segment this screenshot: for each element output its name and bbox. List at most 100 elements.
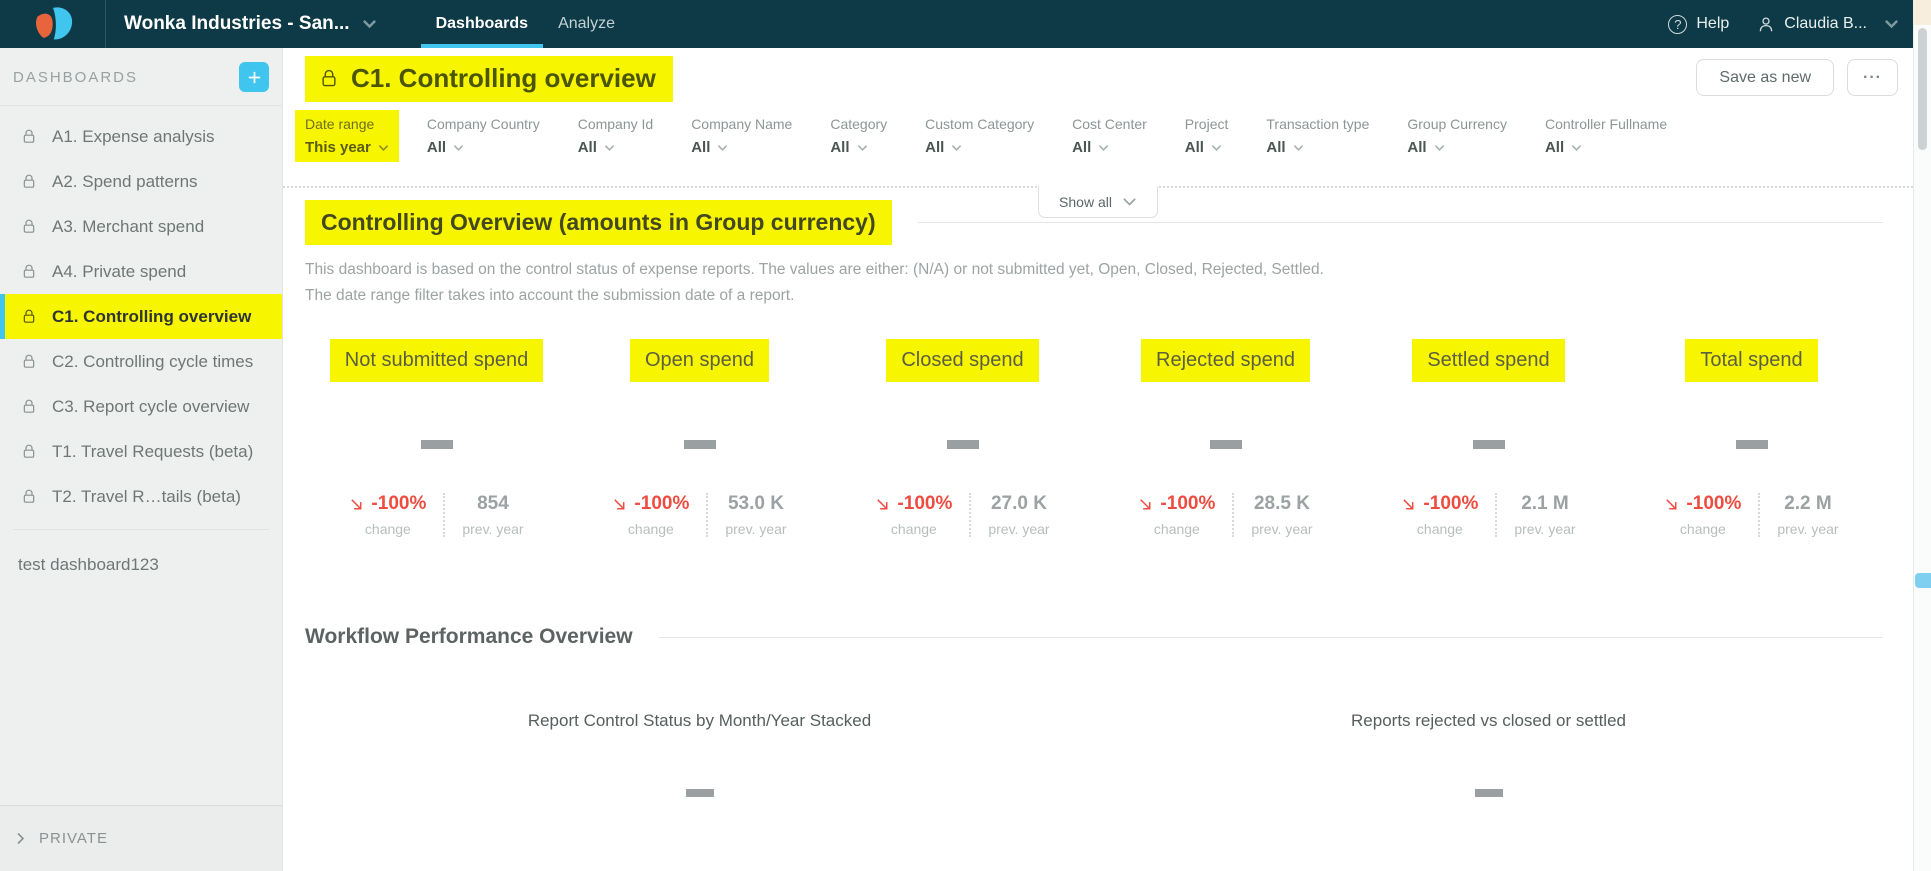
kpi-prev-value: 2.2 M (1777, 493, 1838, 515)
filter-company-name[interactable]: Company Name All (691, 116, 792, 156)
floating-widget-edge[interactable] (1915, 573, 1931, 588)
filter-date-range[interactable]: Date range This year (295, 110, 399, 162)
chevron-down-icon (1122, 197, 1137, 207)
dashboard-header: C1. Controlling overview Save as new ··· (283, 48, 1913, 112)
org-name: Wonka Industries - San... (124, 13, 350, 35)
filter-category[interactable]: Category All (830, 116, 887, 156)
kpi-change-label: change (1138, 521, 1215, 537)
kpi-closed-spend: Closed spend -100% change 27.0 K prev. y… (831, 339, 1094, 537)
tab-analyze[interactable]: Analyze (543, 0, 630, 48)
kpi-settled-spend: Settled spend -100% change 2.1 M prev. y… (1357, 339, 1620, 537)
kpi-not-submitted-spend: Not submitted spend -100% change 854 pre… (305, 339, 568, 537)
sidebar-item-t2-travel-details[interactable]: T2. Travel R…tails (beta) (0, 474, 282, 519)
workflow-charts: Report Control Status by Month/Year Stac… (305, 649, 1883, 797)
sidebar-item-label: A3. Merchant spend (52, 217, 204, 237)
tab-dashboards[interactable]: Dashboards (421, 0, 543, 48)
chevron-down-icon (1098, 144, 1109, 152)
plus-icon (246, 69, 263, 86)
private-label: PRIVATE (39, 830, 108, 847)
kpi-prev-value: 53.0 K (725, 493, 786, 515)
sidebar-item-test-dashboard123[interactable]: test dashboard123 (0, 542, 282, 587)
page-title: C1. Controlling overview (305, 56, 673, 102)
kpi-rejected-spend: Rejected spend -100% change 28.5 K prev.… (1094, 339, 1357, 537)
filter-company-country[interactable]: Company Country All (427, 116, 540, 156)
sidebar-item-label: A1. Expense analysis (52, 127, 215, 147)
sidebar-item-a1-expense-analysis[interactable]: A1. Expense analysis (0, 114, 282, 159)
chevron-down-icon (1884, 19, 1899, 29)
filter-custom-category[interactable]: Custom Category All (925, 116, 1034, 156)
lock-icon (21, 263, 37, 280)
sidebar-item-label: T1. Travel Requests (beta) (52, 442, 253, 462)
filter-project[interactable]: Project All (1185, 116, 1229, 156)
help-menu[interactable]: ? Help (1668, 15, 1729, 34)
sidebar-item-a3-merchant-spend[interactable]: A3. Merchant spend (0, 204, 282, 249)
sidebar-item-t1-travel-requests[interactable]: T1. Travel Requests (beta) (0, 429, 282, 474)
kpi-empty-value-placeholder (1473, 440, 1505, 449)
chart-empty-placeholder (686, 789, 714, 797)
sidebar-item-a2-spend-patterns[interactable]: A2. Spend patterns (0, 159, 282, 204)
kpi-prev-label: prev. year (988, 521, 1049, 537)
kpi-prev-label: prev. year (725, 521, 786, 537)
chevron-down-icon (857, 144, 868, 152)
app-logo[interactable] (0, 0, 106, 48)
chevron-down-icon (604, 144, 615, 152)
scrollbar-thumb[interactable] (1918, 28, 1927, 150)
kpi-row: Not submitted spend -100% change 854 pre… (305, 339, 1883, 537)
kpi-title: Open spend (630, 339, 769, 382)
kpi-change-value: -100% (1423, 493, 1478, 515)
kpi-prev-value: 2.1 M (1514, 493, 1575, 515)
kpi-change-label: change (875, 521, 952, 537)
help-label: Help (1696, 15, 1729, 33)
arrow-down-right-icon (1664, 497, 1679, 512)
sidebar-item-c1-controlling-overview[interactable]: C1. Controlling overview (0, 294, 282, 339)
kpi-change-value: -100% (1160, 493, 1215, 515)
lock-icon (21, 308, 37, 325)
filter-company-id[interactable]: Company Id All (578, 116, 653, 156)
kpi-prev-label: prev. year (462, 521, 523, 537)
sidebar-item-c3-report-cycle-overview[interactable]: C3. Report cycle overview (0, 384, 282, 429)
user-menu[interactable]: Claudia B... (1757, 15, 1899, 34)
main-nav-tabs: Dashboards Analyze (421, 0, 630, 48)
arrow-down-right-icon (1138, 497, 1153, 512)
lock-icon (21, 488, 37, 505)
chevron-down-icon (1211, 144, 1222, 152)
arrow-down-right-icon (612, 497, 627, 512)
lock-icon (21, 173, 37, 190)
header-actions: Save as new ··· (1696, 56, 1898, 96)
more-options-button[interactable]: ··· (1847, 59, 1898, 96)
show-all-filters-button[interactable]: Show all (1038, 186, 1158, 218)
kpi-title: Settled spend (1412, 339, 1564, 382)
sidebar-private-section[interactable]: PRIVATE (0, 805, 282, 871)
filter-group-currency[interactable]: Group Currency All (1407, 116, 1507, 156)
dashboards-sidebar: DASHBOARDS A1. Expense analysis A2. Spen… (0, 48, 283, 871)
sidebar-list: A1. Expense analysis A2. Spend patterns … (0, 106, 282, 587)
workflow-heading: Workflow Performance Overview (305, 625, 633, 649)
filter-controller-fullname[interactable]: Controller Fullname All (1545, 116, 1667, 156)
kpi-title: Rejected spend (1141, 339, 1310, 382)
sidebar-item-label: A4. Private spend (52, 262, 186, 282)
chart-report-control-status: Report Control Status by Month/Year Stac… (305, 649, 1094, 797)
user-name: Claudia B... (1784, 15, 1867, 33)
save-as-new-button[interactable]: Save as new (1696, 59, 1834, 96)
kpi-prev-value: 28.5 K (1251, 493, 1312, 515)
page-title-text: C1. Controlling overview (351, 63, 656, 94)
kpi-change-value: -100% (634, 493, 689, 515)
filter-cost-center[interactable]: Cost Center All (1072, 116, 1147, 156)
sidebar-item-c2-controlling-cycle-times[interactable]: C2. Controlling cycle times (0, 339, 282, 384)
kpi-empty-value-placeholder (1210, 440, 1242, 449)
top-app-bar: Wonka Industries - San... Dashboards Ana… (0, 0, 1913, 48)
chart-empty-placeholder (1475, 789, 1503, 797)
org-selector[interactable]: Wonka Industries - San... (106, 0, 395, 48)
scrollbar-top-corner (1913, 0, 1931, 25)
sidebar-item-label: C2. Controlling cycle times (52, 352, 253, 372)
chevron-right-icon (15, 831, 26, 846)
kpi-change-value: -100% (371, 493, 426, 515)
sidebar-item-label: A2. Spend patterns (52, 172, 198, 192)
overview-heading: Controlling Overview (amounts in Group c… (305, 200, 892, 245)
add-dashboard-button[interactable] (239, 62, 269, 92)
filter-transaction-type[interactable]: Transaction type All (1266, 116, 1369, 156)
sidebar-item-a4-private-spend[interactable]: A4. Private spend (0, 249, 282, 294)
brand-logo-icon (31, 4, 75, 44)
kpi-empty-value-placeholder (947, 440, 979, 449)
dashboard-content: Controlling Overview (amounts in Group c… (283, 188, 1913, 797)
